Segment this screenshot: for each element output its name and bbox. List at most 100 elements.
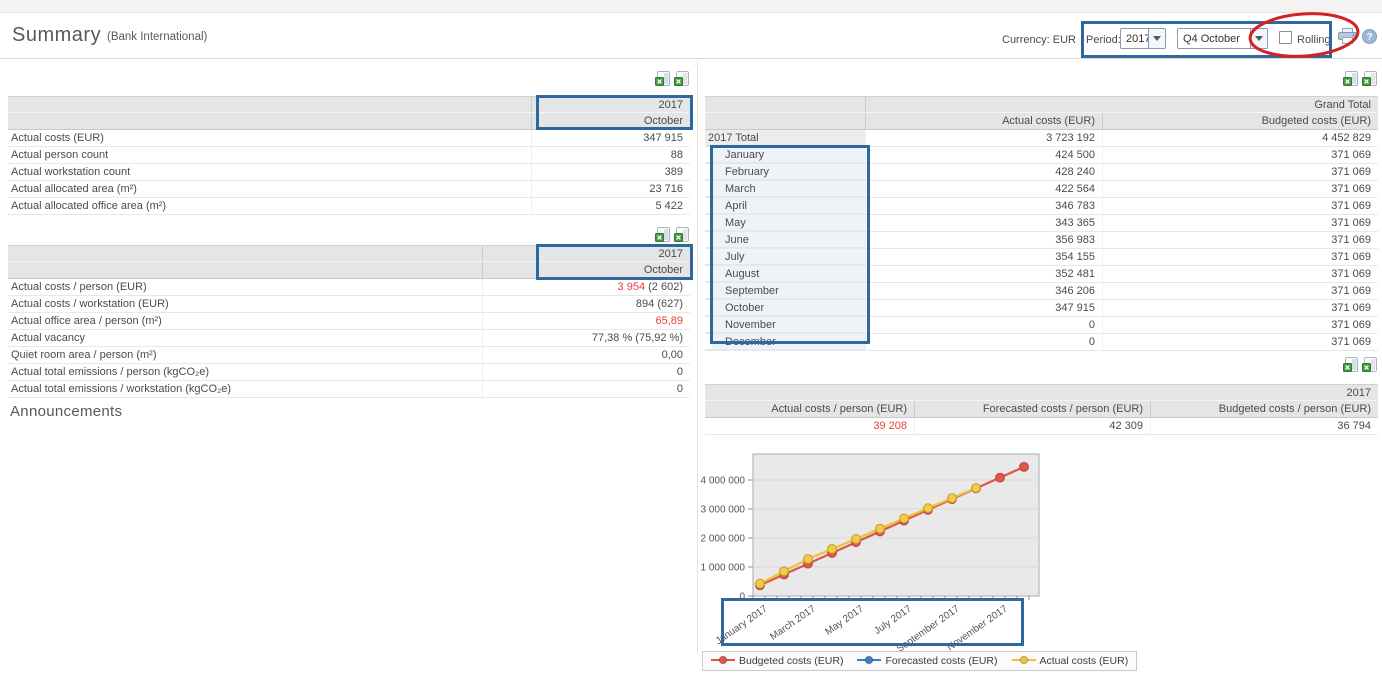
row-value-actual: 356 983 <box>865 232 1102 248</box>
table-row: Actual vacancy77,38 % (75,92 %) <box>8 330 690 347</box>
table-header-row: Grand Total <box>705 96 1378 113</box>
person-cost-value: 42 309 <box>914 418 1150 434</box>
month-label: April <box>705 198 865 214</box>
printer-icon[interactable] <box>1338 28 1357 50</box>
month-label: October <box>705 300 865 316</box>
svg-text:January 2017: January 2017 <box>714 603 770 647</box>
excel-export-icon[interactable] <box>1362 71 1377 86</box>
kpi-table-rows: Actual costs (EUR)347 915Actual person c… <box>8 130 690 215</box>
header-spacer <box>8 262 482 278</box>
row-value: 77,38 % (75,92 %) <box>482 330 690 346</box>
row-value: 894 (627) <box>482 296 690 312</box>
row-value-budgeted: 4 452 829 <box>1102 130 1378 146</box>
svg-text:4 000 000: 4 000 000 <box>701 476 746 487</box>
legend-item: Forecasted costs (EUR) <box>857 655 997 668</box>
row-value: 0 <box>482 381 690 397</box>
summary-page: Summary (Bank International) Currency: E… <box>0 0 1382 680</box>
row-label: Actual costs (EUR) <box>8 130 531 146</box>
table-row: Actual total emissions / workstation (kg… <box>8 381 690 398</box>
help-icon[interactable]: ? <box>1362 29 1377 49</box>
chevron-down-icon[interactable] <box>1148 29 1165 48</box>
excel-export-icon[interactable] <box>674 71 689 86</box>
row-value: 0,00 <box>482 347 690 363</box>
table-row: July354 155371 069 <box>705 249 1378 266</box>
table-row: April346 783371 069 <box>705 198 1378 215</box>
excel-export-icon[interactable] <box>1343 357 1358 372</box>
kpi-table: 2017 October Actual costs (EUR)347 915Ac… <box>8 96 690 215</box>
column-header: Budgeted costs / person (EUR) <box>1150 401 1378 417</box>
column-header: Actual costs / person (EUR) <box>705 401 914 417</box>
row-label: Actual total emissions / workstation (kg… <box>8 381 482 397</box>
row-value-budgeted: 371 069 <box>1102 334 1378 350</box>
excel-export-icon[interactable] <box>1362 357 1377 372</box>
legend-label: Actual costs (EUR) <box>1040 655 1129 667</box>
year-header: 2017 <box>482 246 690 261</box>
month-label: March <box>705 181 865 197</box>
period-label: Period: <box>1086 33 1121 47</box>
table-header-row: October <box>8 113 690 130</box>
row-label: Actual allocated office area (m²) <box>8 198 531 214</box>
excel-export-icon[interactable] <box>655 71 670 86</box>
svg-text:May 2017: May 2017 <box>823 603 866 637</box>
table-row: 2017 Total3 723 1924 452 829 <box>705 130 1378 147</box>
table-row: January424 500371 069 <box>705 147 1378 164</box>
export-icons-ratio <box>655 227 689 242</box>
table-row: Actual allocated area (m²)23 716 <box>8 181 690 198</box>
table-row: May343 365371 069 <box>705 215 1378 232</box>
quarter-select[interactable]: Q4 October <box>1177 28 1268 49</box>
table-row: March422 564371 069 <box>705 181 1378 198</box>
row-value-actual: 347 915 <box>865 300 1102 316</box>
row-value-budgeted: 371 069 <box>1102 283 1378 299</box>
month-label: July <box>705 249 865 265</box>
excel-export-icon[interactable] <box>655 227 670 242</box>
excel-export-icon[interactable] <box>1343 71 1358 86</box>
red-value: 3 954 <box>618 281 646 293</box>
year-header: 2017 <box>531 97 690 112</box>
month-label: February <box>705 164 865 180</box>
header-spacer <box>705 97 865 112</box>
page-subtitle: (Bank International) <box>107 31 207 43</box>
table-row: November0371 069 <box>705 317 1378 334</box>
table-row: Quiet room area / person (m²)0,00 <box>8 347 690 364</box>
rolling-checkbox[interactable] <box>1279 31 1292 44</box>
row-value-actual: 343 365 <box>865 215 1102 231</box>
legend-marker-icon <box>711 655 735 668</box>
year-header: 2017 <box>705 385 1378 400</box>
legend-label: Forecasted costs (EUR) <box>885 655 997 667</box>
row-value-budgeted: 371 069 <box>1102 147 1378 163</box>
row-value: 23 716 <box>531 181 690 197</box>
row-value-actual: 422 564 <box>865 181 1102 197</box>
row-value: 5 422 <box>531 198 690 214</box>
grand-total-header: Grand Total <box>865 97 1378 112</box>
month-label: August <box>705 266 865 282</box>
table-row: Actual office area / person (m²)65,89 <box>8 313 690 330</box>
person-cost-value: 39 208 <box>705 418 914 434</box>
person-cost-table: 2017 Actual costs / person (EUR)Forecast… <box>705 384 1378 435</box>
row-label: 2017 Total <box>705 130 865 146</box>
chevron-down-icon[interactable] <box>1250 29 1267 48</box>
svg-text:3 000 000: 3 000 000 <box>701 505 746 516</box>
legend-marker-icon <box>1012 655 1036 668</box>
header-spacer <box>8 113 531 129</box>
year-select[interactable]: 2017 <box>1120 28 1166 49</box>
month-label: June <box>705 232 865 248</box>
table-row: Actual person count88 <box>8 147 690 164</box>
row-value: 3 954 (2 602) <box>482 279 690 295</box>
table-row: Actual costs / person (EUR)3 954 (2 602) <box>8 279 690 296</box>
row-value-actual: 346 206 <box>865 283 1102 299</box>
legend-item: Actual costs (EUR) <box>1012 655 1129 668</box>
export-icons-person <box>1343 357 1377 372</box>
row-value-budgeted: 371 069 <box>1102 300 1378 316</box>
table-header-row: October <box>8 262 690 279</box>
row-value-budgeted: 371 069 <box>1102 215 1378 231</box>
excel-export-icon[interactable] <box>674 227 689 242</box>
month-label: January <box>705 147 865 163</box>
row-value-budgeted: 371 069 <box>1102 198 1378 214</box>
legend-label: Budgeted costs (EUR) <box>739 655 843 667</box>
red-value: 65,89 <box>655 315 683 327</box>
month-label: December <box>705 334 865 350</box>
page-title: Summary <box>12 24 101 47</box>
top-strip <box>0 0 1382 13</box>
row-value-actual: 3 723 192 <box>865 130 1102 146</box>
grand-total-table: Grand Total Actual costs (EUR) Budgeted … <box>705 96 1378 351</box>
